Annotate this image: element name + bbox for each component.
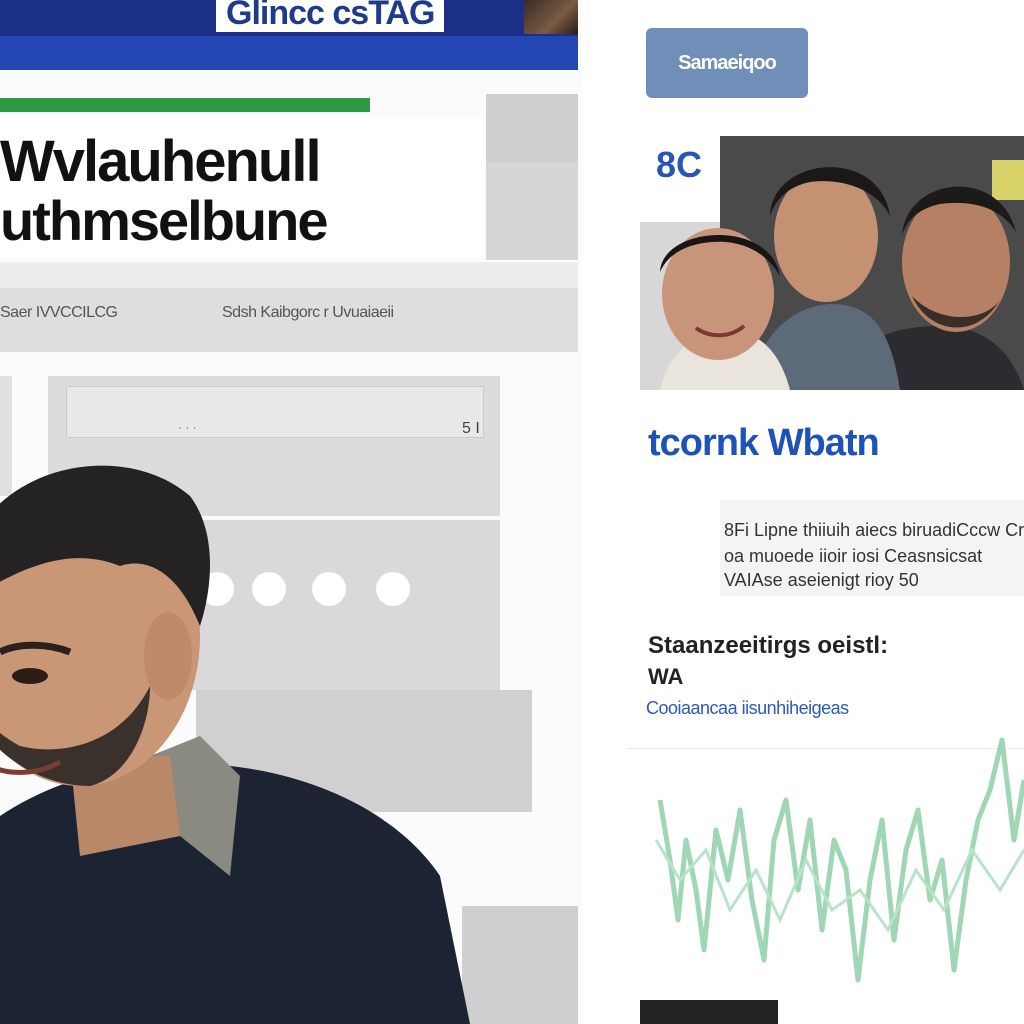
top-header-bar: Glincc csTAG (0, 0, 578, 72)
sub-navigation-separator (0, 262, 578, 288)
header-side-block (486, 94, 578, 260)
meta-line-3: VAIAse aseienigt rioy 50 (724, 570, 919, 590)
meta-line-2: oa muoede iioir iosi Ceasnsicsat (724, 546, 983, 566)
details-title: Staanzeeitirgs oeistl: (648, 632, 889, 659)
header-blue-band (0, 36, 578, 70)
subnav-item-1[interactable]: Saer IVVCCILCG (0, 304, 118, 322)
section-title[interactable]: tcornk Wbatn (648, 422, 880, 465)
headline-line-2: uthmselbune (0, 189, 328, 252)
header-side-block-inner (486, 94, 578, 162)
details-subtitle: WA (648, 664, 684, 689)
header-avatar[interactable] (524, 0, 578, 34)
sub-navigation: Saer IVVCCILCG Sdsh Kaibgorc r Uvuaiaeii (0, 262, 578, 352)
person-photo-icon (0, 465, 470, 1024)
panel-red-marker: · · · (178, 420, 197, 434)
result-count: 8C (656, 144, 703, 185)
subnav-item-2[interactable]: Sdsh Kaibgorc r Uvuaiaeii (222, 304, 394, 322)
headline-line-1: Wvlauhenull (0, 129, 322, 194)
panel-page-marker: 5 I (462, 420, 480, 437)
details-link[interactable]: Cooiaancaa iisunhiheigeas (646, 698, 849, 719)
headline-box: Wvlauhenull uthmselbune (0, 118, 484, 258)
bottom-grey-block (462, 906, 578, 1024)
content-panel-input-area[interactable] (66, 386, 484, 438)
site-title[interactable]: Glincc csTAG (216, 0, 445, 32)
sparkline-chart-icon (654, 737, 1024, 983)
green-accent-bar (0, 98, 370, 112)
meta-line-1: 8Fi Lipne thiiuih aiecs biruadiCccw Crne (724, 520, 1024, 540)
search-button[interactable]: Samaeiqoo (646, 28, 808, 98)
footer-dark-bar (640, 1000, 778, 1024)
